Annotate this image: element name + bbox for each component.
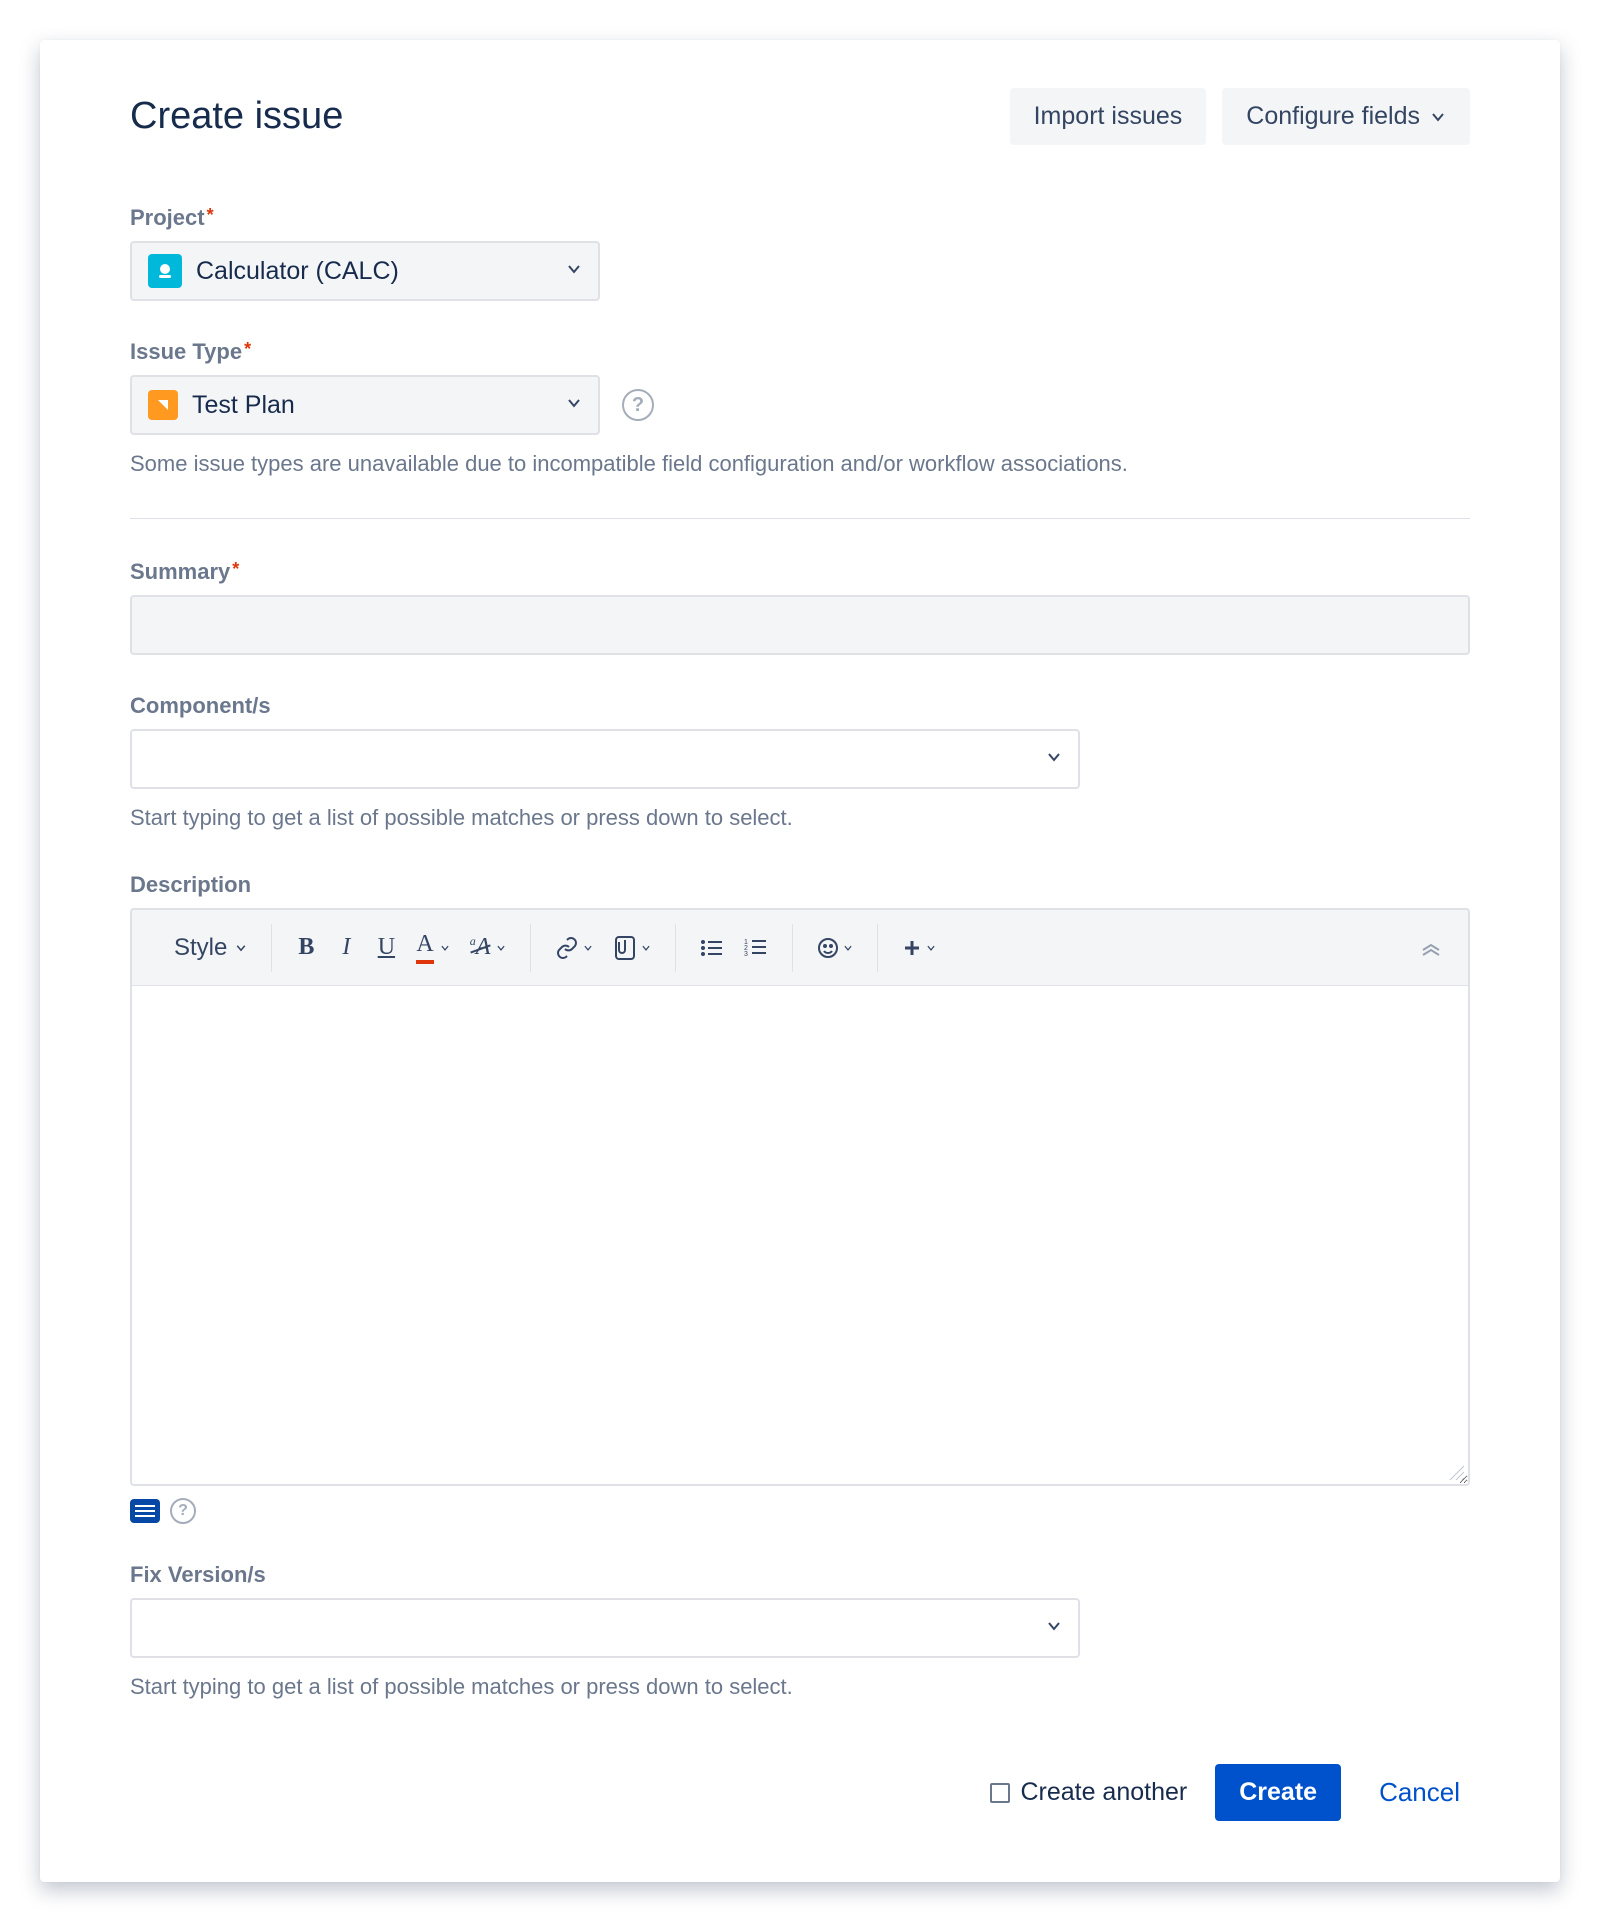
chevron-down-icon — [1430, 109, 1446, 125]
project-avatar-icon — [148, 254, 182, 288]
italic-button[interactable]: I — [328, 928, 364, 968]
bullet-list-button[interactable] — [692, 928, 732, 968]
emoji-button[interactable] — [809, 928, 861, 968]
editor-toolbar: Style B I U A aA — [130, 908, 1470, 986]
description-label: Description — [130, 872, 1470, 898]
cancel-link[interactable]: Cancel — [1369, 1763, 1470, 1822]
chevron-down-icon — [1046, 1618, 1062, 1639]
components-select[interactable] — [130, 729, 1080, 789]
create-label: Create — [1239, 1778, 1317, 1807]
section-divider — [130, 518, 1470, 519]
editor-help-icon[interactable]: ? — [170, 1498, 196, 1524]
issue-type-select[interactable]: Test Plan — [130, 375, 600, 435]
style-dropdown[interactable]: Style — [166, 928, 255, 968]
project-value: Calculator (CALC) — [196, 257, 399, 286]
issue-type-help: Some issue types are unavailable due to … — [130, 447, 1470, 480]
issue-type-icon — [148, 390, 178, 420]
clear-formatting-button[interactable]: aA — [462, 928, 515, 968]
visual-mode-icon[interactable] — [130, 1499, 160, 1523]
editor-footer: ? — [130, 1498, 1470, 1524]
create-another-option[interactable]: Create another — [990, 1778, 1187, 1807]
style-label: Style — [174, 934, 227, 962]
project-select[interactable]: Calculator (CALC) — [130, 241, 600, 301]
dialog-footer: Create another Create Cancel — [130, 1763, 1470, 1822]
link-button[interactable] — [547, 928, 601, 968]
configure-fields-label: Configure fields — [1246, 102, 1420, 131]
text-color-button[interactable]: A — [408, 928, 457, 968]
summary-input[interactable] — [130, 595, 1470, 655]
components-field: Component/s Start typing to get a list o… — [130, 693, 1470, 834]
summary-field: Summary — [130, 559, 1470, 655]
chevron-down-icon — [566, 261, 582, 282]
create-button[interactable]: Create — [1215, 1764, 1341, 1821]
underline-button[interactable]: U — [368, 928, 404, 968]
bold-button[interactable]: B — [288, 928, 324, 968]
fix-versions-field: Fix Version/s Start typing to get a list… — [130, 1562, 1470, 1703]
components-label: Component/s — [130, 693, 1470, 719]
description-editor[interactable] — [130, 986, 1470, 1486]
attachment-button[interactable] — [605, 928, 659, 968]
create-another-label: Create another — [1020, 1778, 1187, 1807]
description-field: Description Style B I U A — [130, 872, 1470, 1524]
configure-fields-button[interactable]: Configure fields — [1222, 88, 1470, 145]
header-actions: Import issues Configure fields — [1010, 88, 1470, 145]
insert-more-button[interactable] — [894, 928, 944, 968]
fix-versions-label: Fix Version/s — [130, 1562, 1470, 1588]
dialog-header: Create issue Import issues Configure fie… — [130, 88, 1470, 145]
project-field: Project Calculator (CALC) — [130, 205, 1470, 301]
chevron-down-icon — [1046, 749, 1062, 770]
resize-handle-icon[interactable] — [1446, 1462, 1464, 1480]
create-another-checkbox[interactable] — [990, 1783, 1010, 1803]
fix-versions-help: Start typing to get a list of possible m… — [130, 1670, 1470, 1703]
fix-versions-select[interactable] — [130, 1598, 1080, 1658]
import-issues-label: Import issues — [1034, 102, 1183, 131]
create-issue-dialog: Create issue Import issues Configure fie… — [40, 40, 1560, 1882]
numbered-list-button[interactable]: 123 — [736, 928, 776, 968]
import-issues-button[interactable]: Import issues — [1010, 88, 1207, 145]
components-help: Start typing to get a list of possible m… — [130, 801, 1470, 834]
issue-type-value: Test Plan — [192, 391, 295, 420]
collapse-toolbar-button[interactable] — [1412, 928, 1450, 968]
dialog-title: Create issue — [130, 95, 343, 138]
issue-type-field: Issue Type Test Plan ? Some issue types … — [130, 339, 1470, 480]
svg-text:3: 3 — [744, 951, 748, 958]
project-label: Project — [130, 205, 1470, 231]
help-icon[interactable]: ? — [622, 389, 654, 421]
issue-type-label: Issue Type — [130, 339, 1470, 365]
summary-label: Summary — [130, 559, 1470, 585]
chevron-down-icon — [566, 395, 582, 416]
